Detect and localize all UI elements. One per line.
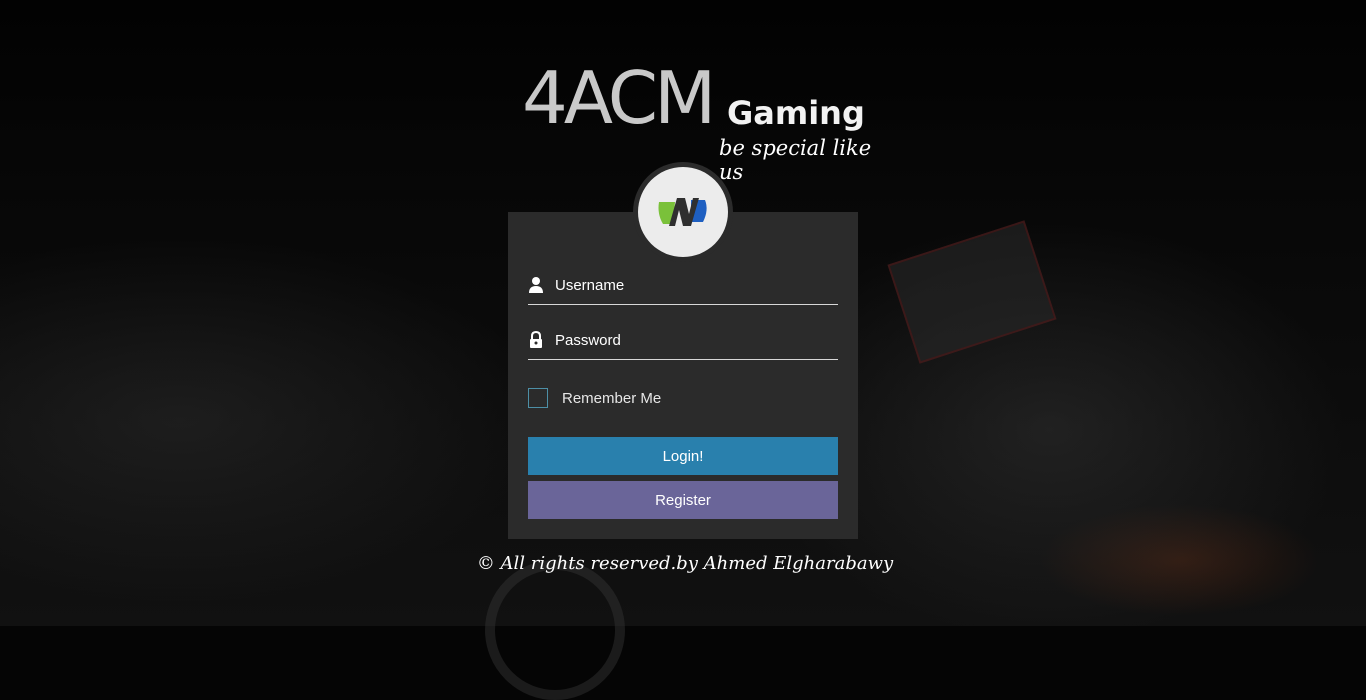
n-logo-icon [658, 198, 707, 226]
background-wheel [485, 560, 625, 700]
user-icon [529, 277, 543, 293]
brand-logo: 4ACM Gaming be special like us [522, 56, 882, 184]
remember-me: Remember Me [528, 387, 661, 409]
password-input[interactable] [553, 325, 837, 355]
lock-icon [530, 331, 542, 348]
brand-name: 4ACM [522, 56, 716, 140]
brand-sub: Gaming [727, 94, 865, 132]
username-input[interactable] [553, 270, 837, 300]
brand-tagline: be special like us [719, 136, 872, 184]
username-field [528, 268, 838, 305]
login-button[interactable]: Login! [528, 437, 838, 475]
password-field [528, 323, 838, 360]
avatar [638, 167, 728, 257]
background-decor [887, 220, 1057, 364]
remember-checkbox[interactable] [528, 388, 548, 408]
remember-label: Remember Me [562, 389, 662, 407]
footer-copyright: © All rights reserved.by Ahmed Elgharaba… [476, 553, 894, 574]
register-button[interactable]: Register [528, 481, 838, 519]
